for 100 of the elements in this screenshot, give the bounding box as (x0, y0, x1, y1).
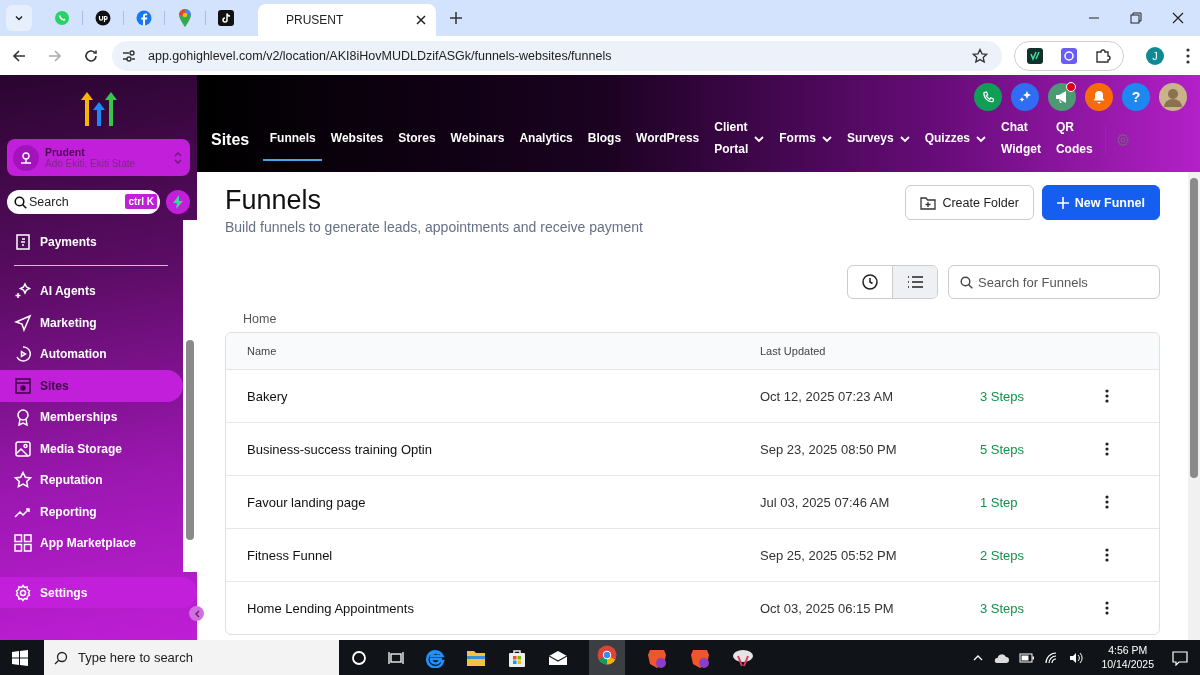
nav-tab[interactable]: Websites (324, 119, 390, 161)
chevron-up-icon[interactable] (973, 654, 984, 661)
funnel-name[interactable]: Home Lending Appointments (247, 600, 760, 616)
taskbar-search-field[interactable]: Type here to search (44, 640, 339, 675)
sidebar-item[interactable]: Payments (0, 226, 183, 258)
arrows-logo-icon (80, 92, 117, 126)
announcements-button[interactable] (1048, 83, 1076, 111)
nav-tab[interactable]: Surveys (840, 119, 917, 161)
browser-e-icon[interactable] (425, 647, 445, 668)
list-view-button[interactable] (892, 266, 937, 298)
chevron-left-icon (193, 609, 200, 618)
account-name: Prudent (45, 146, 86, 158)
back-icon[interactable] (12, 48, 26, 63)
browser-tab[interactable]: PRUSENT (258, 4, 436, 36)
site-settings-icon[interactable] (122, 49, 136, 62)
table-cell-text: Sep 25, 2025 05:52 PM (760, 547, 898, 563)
store-bag-icon[interactable] (507, 647, 527, 668)
funnel-name[interactable]: Fitness Funnel (247, 547, 760, 563)
nav-tab[interactable]: Webinars (444, 119, 511, 161)
sidebar-item[interactable]: Marketing (0, 307, 183, 339)
sidebar-item[interactable]: Automation (0, 338, 183, 370)
envelope-icon[interactable] (548, 649, 568, 666)
more-icon[interactable] (1105, 442, 1109, 456)
close-icon[interactable] (416, 15, 426, 25)
circle-icon[interactable] (351, 649, 367, 666)
more-icon[interactable] (1105, 495, 1109, 509)
sidebar-item[interactable]: AI Agents (0, 275, 183, 307)
avatar[interactable] (1159, 83, 1187, 111)
windows-start-icon[interactable] (12, 649, 28, 666)
sparkle-icon (14, 282, 32, 301)
browser-window-icon (14, 376, 32, 395)
address-bar[interactable]: app.gohighlevel.com/v2/location/AKI8iHovMUDLDzifASGk/funnels-websites/funnels (112, 40, 1002, 71)
more-icon[interactable] (1105, 548, 1109, 562)
search-field[interactable]: Search for Funnels (948, 265, 1160, 299)
chevron-down-icon (14, 13, 24, 23)
section-title: Sites (211, 131, 250, 149)
sidebar-item[interactable]: Memberships (0, 401, 183, 433)
battery-icon[interactable] (1019, 652, 1036, 663)
notification-icon[interactable] (1172, 649, 1188, 666)
folder-icon[interactable] (466, 648, 486, 667)
nav-tab[interactable]: WordPress (629, 119, 706, 161)
nav-tab[interactable]: Funnels (263, 119, 323, 161)
tab-title: PRUSENT (286, 13, 344, 27)
breadcrumb[interactable]: Home (243, 312, 277, 326)
task-view-icon[interactable] (388, 649, 404, 666)
more-icon[interactable] (1105, 601, 1109, 615)
more-icon[interactable] (1186, 47, 1190, 64)
sidebar-item[interactable]: Reporting (0, 496, 183, 528)
grid-icon (14, 534, 32, 553)
location-pin-icon (13, 144, 39, 171)
clock-time[interactable]: 4:56 PM (1108, 643, 1148, 658)
nav-tab[interactable]: Blogs (581, 119, 628, 161)
chevron-updown-icon (174, 150, 182, 165)
puzzle-icon[interactable] (1095, 47, 1111, 64)
sidebar-item[interactable]: App Marketplace (0, 527, 183, 559)
notifications-button[interactable] (1085, 83, 1113, 111)
funnel-name[interactable]: Business-success training Optin (247, 441, 760, 457)
restore-icon[interactable] (1130, 12, 1142, 24)
close-icon[interactable] (1172, 12, 1184, 24)
round-tricolor-icon (597, 644, 617, 665)
sidebar-item[interactable]: Media Storage (0, 433, 183, 465)
clock-date[interactable]: 10/14/2025 (1101, 657, 1154, 672)
clock-icon (862, 274, 878, 290)
reload-icon[interactable] (84, 48, 98, 63)
settings-icon (14, 583, 32, 602)
nav-tab[interactable]: Client Portal (707, 119, 771, 161)
profile-avatar[interactable]: J (1146, 46, 1164, 65)
scrollbar[interactable] (1188, 172, 1200, 640)
funnel-name[interactable]: Bakery (247, 388, 760, 404)
new-funnel-button[interactable]: New Funnel (1041, 185, 1160, 220)
help-button[interactable]: ? (1122, 83, 1150, 111)
page-subtitle: Build funnels to generate leads, appointments and receive payment (225, 219, 643, 235)
scrollbar[interactable] (183, 220, 197, 572)
music-note-icon (218, 10, 234, 26)
extension-icon[interactable] (1027, 47, 1043, 64)
quick-action-button[interactable] (166, 190, 190, 214)
ai-button[interactable] (1011, 83, 1039, 111)
notification-dot (1066, 82, 1076, 92)
steps-count: 2 Steps (980, 547, 1026, 563)
nav-tab[interactable]: Chat Widget (994, 119, 1048, 161)
list-icon (907, 276, 923, 288)
nav-tab[interactable]: Analytics (512, 119, 580, 161)
nav-tab[interactable]: Quizzes (918, 119, 993, 161)
nav-tab[interactable]: Stores (391, 119, 443, 161)
sidebar-item[interactable]: Reputation (0, 464, 183, 496)
nav-tab[interactable]: Forms (772, 119, 839, 161)
megaphone-icon (1055, 90, 1069, 104)
funnel-name[interactable]: Favour landing page (247, 494, 760, 510)
search-icon (14, 195, 27, 209)
settings-item[interactable]: Settings (0, 577, 197, 608)
star-icon[interactable] (972, 47, 988, 64)
more-icon[interactable] (1105, 389, 1109, 403)
nav-tab[interactable]: QR Codes (1049, 119, 1100, 161)
create-folder-button[interactable]: Create Folder (905, 185, 1034, 220)
phone-button[interactable] (974, 83, 1002, 111)
cloud-icon[interactable] (993, 651, 1010, 664)
table-cell-text: Oct 03, 2025 06:15 PM (760, 600, 895, 616)
search-icon (54, 650, 68, 665)
speaker-icon[interactable] (1069, 651, 1084, 664)
new-tab-icon[interactable] (450, 12, 462, 24)
